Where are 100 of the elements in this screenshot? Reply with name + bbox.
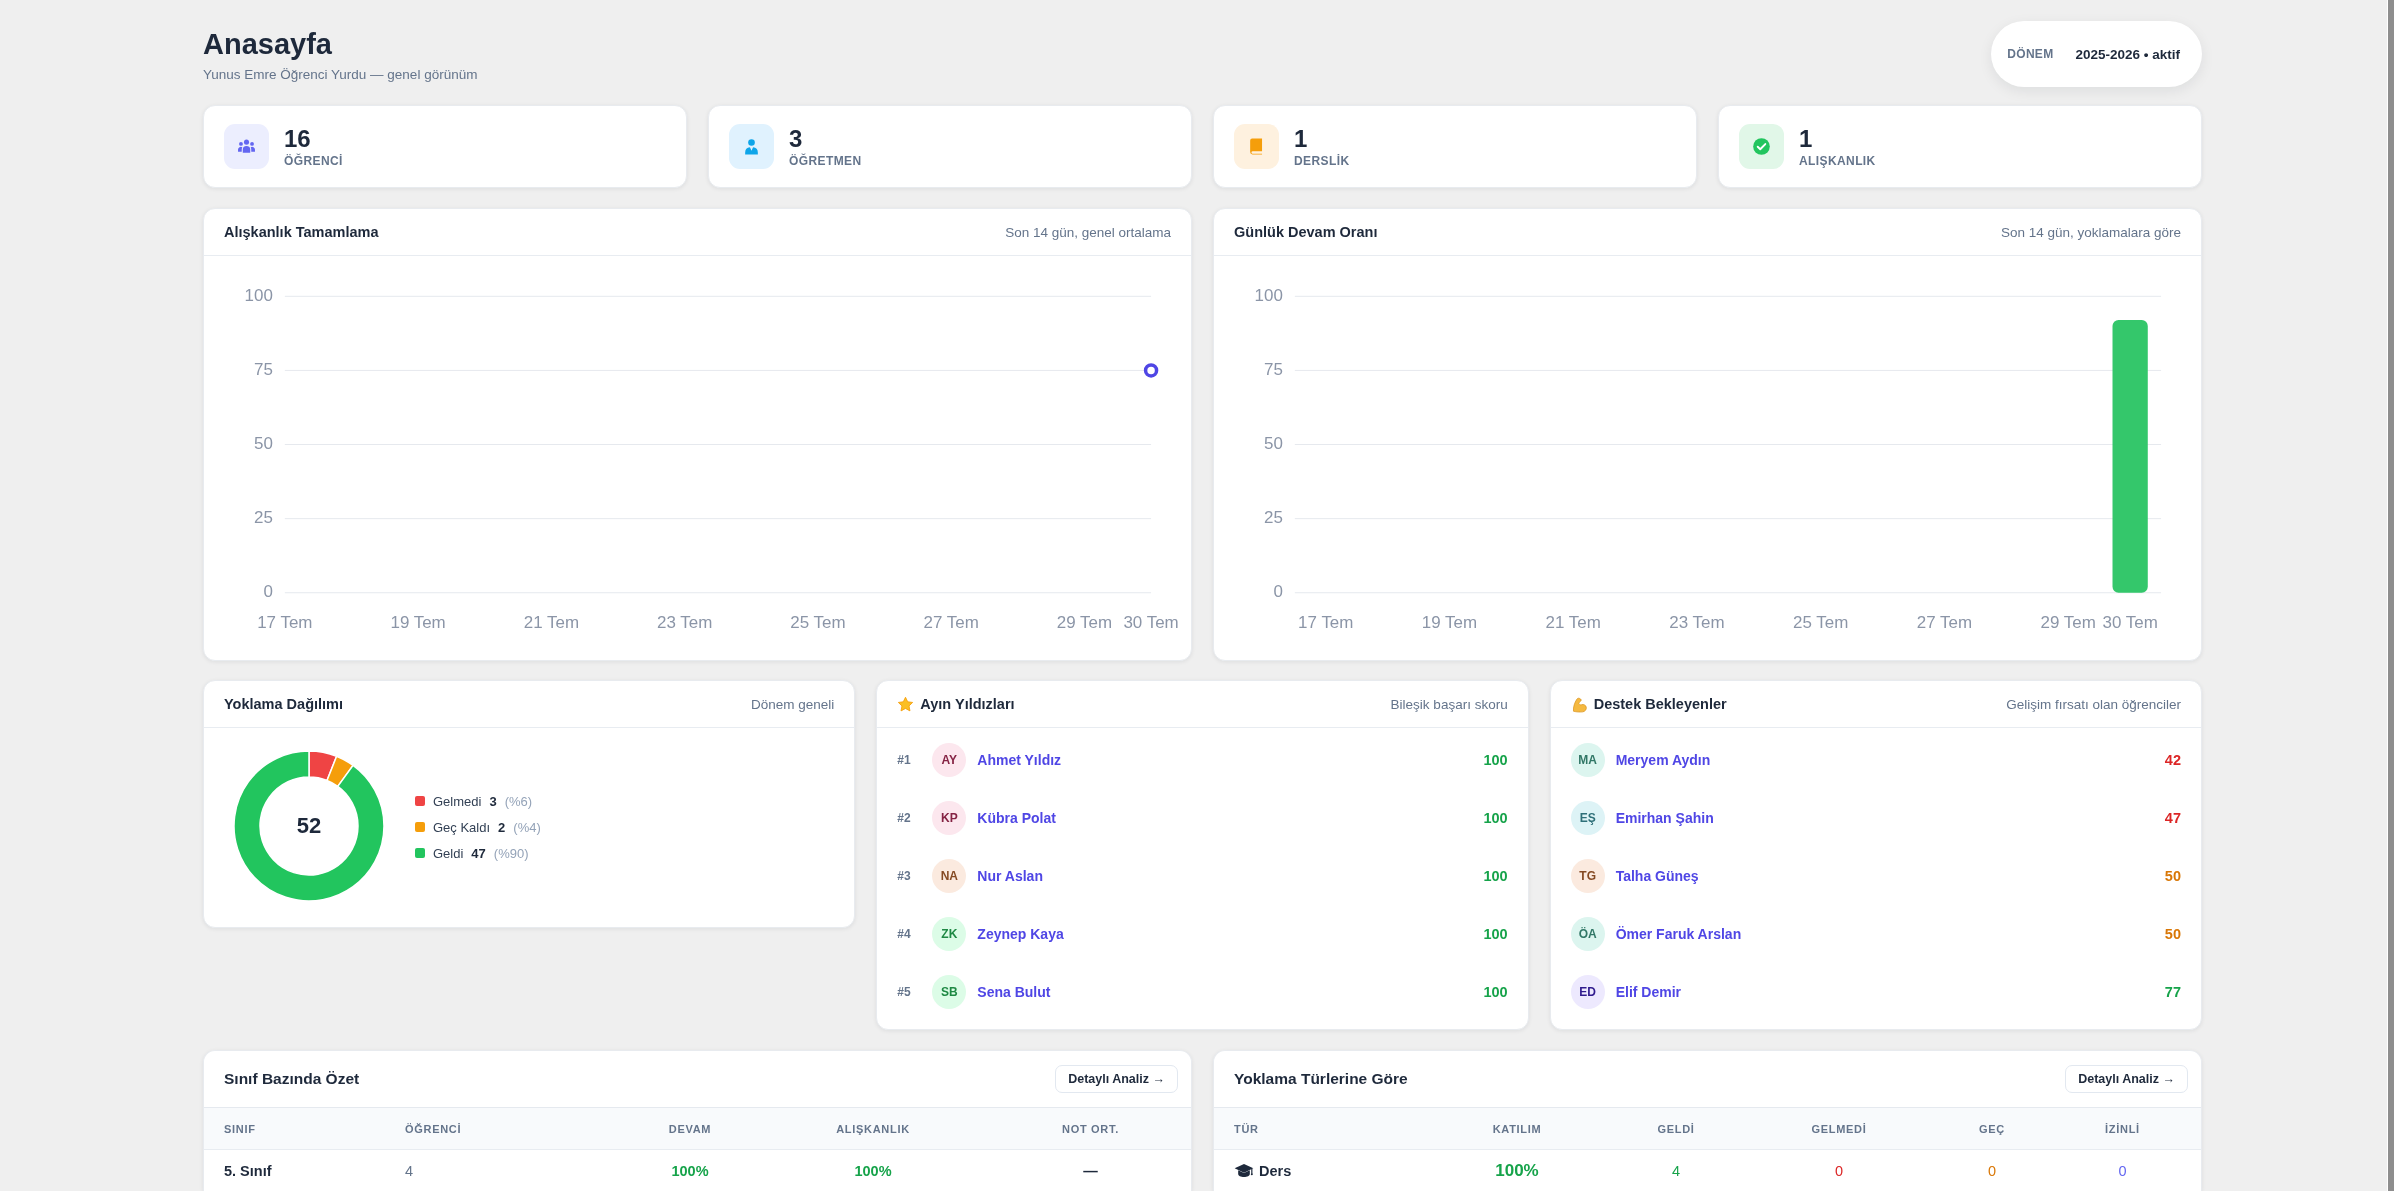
star-icon [897,695,915,713]
student-link[interactable]: Nur Aslan [977,868,1043,884]
card-subtitle: Bileşik başarı skoru [1390,696,1508,712]
avatar: AY [932,743,967,777]
table-cell: 4 [405,1163,414,1179]
stat-label: DERSLİK [1294,152,1350,169]
axis-label: 25 [1264,508,1283,528]
student-link[interactable]: Sena Bulut [977,984,1051,1000]
score: 47 [2164,810,2181,826]
detailed-analysis-button[interactable]: Detaylı Analiz → [1055,1065,1178,1093]
axis-label: 75 [1264,359,1283,379]
column-header: ÖĞRENCİ [405,1122,462,1135]
axis-label: 100 [1254,285,1283,305]
axis-label: 21 Tem [523,613,579,633]
student-link[interactable]: Ömer Faruk Arslan [1615,926,1742,942]
card-subtitle: Gelişim fırsatı olan öğrenciler [2006,696,2181,712]
axis-label: 23 Tem [657,613,713,633]
detailed-analysis-button[interactable]: Detaylı Analiz → [2065,1065,2188,1093]
score: 100 [1483,752,1508,768]
score: 100 [1483,984,1508,1000]
card-title: Destek Bekleyenler [1593,696,1727,712]
legend-share: (%4) [513,819,541,835]
score: 100 [1483,926,1508,942]
page-title: Anasayfa [203,27,333,61]
rank-label: #3 [897,869,912,883]
column-header: GELDİ [1657,1122,1695,1135]
axis-label: 23 Tem [1669,613,1725,633]
axis-label: 19 Tem [1421,613,1478,633]
score: 77 [2164,984,2181,1000]
table-cell: 0 [1987,1163,1997,1179]
axis-label: 19 Tem [390,613,446,633]
legend-count: 3 [489,793,497,809]
avatar: ZK [932,917,967,951]
legend-label: Geç Kaldı [433,819,491,835]
score: 100 [1483,868,1508,884]
stat-label: ÖĞRENCİ [284,152,343,169]
table-cell: Ders [1259,1163,1292,1179]
column-header: TÜR [1234,1122,1259,1135]
stat-value: 3 [789,124,804,153]
axis-label: 30 Tem [1123,613,1179,633]
stat-value: 1 [1294,124,1309,153]
student-link[interactable]: Talha Güneş [1615,868,1699,884]
column-header: GELMEDİ [1811,1122,1867,1135]
table-cell: 100% [671,1163,709,1179]
axis-label: 0 [263,582,273,602]
column-header: GEÇ [1979,1122,2005,1135]
stat-label: ÖĞRETMEN [789,152,862,169]
legend-label: Geldi [433,845,464,861]
avatar: ÖA [1570,917,1605,951]
avatar: MA [1570,743,1605,777]
stat-value: 1 [1799,124,1814,153]
axis-label: 17 Tem [257,613,313,633]
column-header: SINIF [224,1122,256,1135]
avatar: TG [1570,859,1605,893]
axis-label: 21 Tem [1545,613,1601,633]
axis-label: 50 [254,434,273,453]
table-cell: 100% [1495,1161,1539,1181]
rank-label: #4 [897,927,912,941]
avatar: NA [932,859,967,893]
axis-label: 0 [1273,582,1283,602]
table-cell: 0 [2118,1163,2127,1179]
card-subtitle: Son 14 gün, yoklamalara göre [2000,224,2181,240]
avatar: KP [932,801,967,835]
flexed-arm-icon [1570,695,1588,713]
axis-label: 29 Tem [2040,613,2096,633]
card-title: Ayın Yıldızları [920,696,1015,712]
student-link[interactable]: Kübra Polat [977,810,1056,826]
stat-label: ALIŞKANLIK [1799,152,1876,169]
axis-label: 30 Tem [2102,613,2158,633]
column-header: ALIŞKANLIK [836,1122,910,1135]
student-link[interactable]: Zeynep Kaya [977,926,1064,942]
student-link[interactable]: Meryem Aydın [1615,752,1711,768]
score: 42 [2164,752,2181,768]
axis-label: 100 [244,285,273,305]
axis-label: 25 Tem [1793,613,1849,633]
donut-total: 52 [296,813,322,839]
card-title: Alışkanlık Tamamlama [224,224,379,240]
users-icon [224,124,269,169]
page-subtitle: Yunus Emre Öğrenci Yurdu — genel görünüm [203,66,478,84]
axis-label: 25 Tem [790,613,846,633]
student-link[interactable]: Elif Demir [1615,984,1681,1000]
student-link[interactable]: Emirhan Şahin [1615,810,1714,826]
avatar: SB [932,975,967,1009]
table-cell: — [1083,1163,1098,1179]
score: 50 [2164,868,2181,884]
person-icon [729,124,774,169]
rank-label: #1 [897,753,912,767]
table-cell: 4 [1671,1163,1681,1179]
axis-label: 27 Tem [923,613,979,633]
term-label: DÖNEM [2007,47,2054,61]
column-header: NOT ORT. [1062,1122,1119,1135]
axis-label: 17 Tem [1298,613,1354,633]
legend-label: Gelmedi [433,793,482,809]
scrollbar[interactable] [2387,0,2394,1191]
student-link[interactable]: Ahmet Yıldız [977,752,1062,768]
column-header: KATILIM [1492,1122,1542,1135]
card-title: Sınıf Bazında Özet [224,1070,360,1088]
axis-label: 27 Tem [1916,613,1973,633]
legend-count: 47 [471,845,486,861]
axis-label: 50 [1264,434,1283,453]
